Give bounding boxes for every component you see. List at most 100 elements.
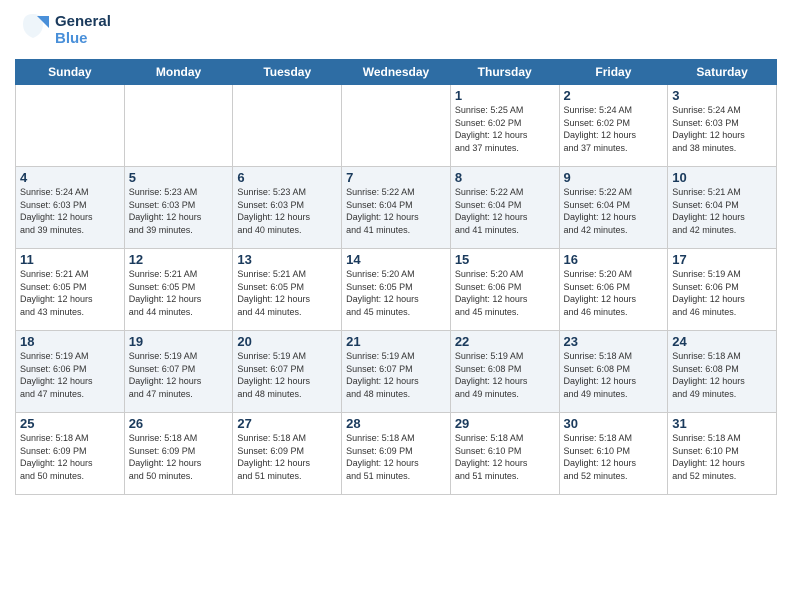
day-info-line: and 51 minutes.: [455, 470, 555, 483]
day-info-line: Sunset: 6:03 PM: [20, 199, 120, 212]
day-info-line: Sunrise: 5:18 AM: [237, 432, 337, 445]
day-number: 5: [129, 170, 229, 185]
day-info: Sunrise: 5:19 AMSunset: 6:06 PMDaylight:…: [672, 268, 772, 318]
day-number: 29: [455, 416, 555, 431]
day-number: 15: [455, 252, 555, 267]
day-info-line: Daylight: 12 hours: [346, 293, 446, 306]
day-info-line: Daylight: 12 hours: [237, 457, 337, 470]
day-info-line: and 39 minutes.: [129, 224, 229, 237]
day-info-line: and 47 minutes.: [20, 388, 120, 401]
day-info-line: Sunset: 6:10 PM: [672, 445, 772, 458]
table-row: 31Sunrise: 5:18 AMSunset: 6:10 PMDayligh…: [668, 413, 777, 495]
table-row: 29Sunrise: 5:18 AMSunset: 6:10 PMDayligh…: [450, 413, 559, 495]
day-info-line: Sunset: 6:03 PM: [672, 117, 772, 130]
day-number: 7: [346, 170, 446, 185]
calendar-table: Sunday Monday Tuesday Wednesday Thursday…: [15, 59, 777, 495]
day-number: 16: [564, 252, 664, 267]
day-number: 31: [672, 416, 772, 431]
table-row: 8Sunrise: 5:22 AMSunset: 6:04 PMDaylight…: [450, 167, 559, 249]
table-row: [342, 85, 451, 167]
day-info: Sunrise: 5:23 AMSunset: 6:03 PMDaylight:…: [237, 186, 337, 236]
day-info-line: Daylight: 12 hours: [564, 293, 664, 306]
day-info: Sunrise: 5:18 AMSunset: 6:09 PMDaylight:…: [346, 432, 446, 482]
table-row: [233, 85, 342, 167]
table-row: 15Sunrise: 5:20 AMSunset: 6:06 PMDayligh…: [450, 249, 559, 331]
col-wednesday: Wednesday: [342, 60, 451, 85]
day-info-line: Daylight: 12 hours: [455, 375, 555, 388]
day-info-line: Sunrise: 5:18 AM: [672, 350, 772, 363]
day-info-line: and 48 minutes.: [237, 388, 337, 401]
day-info-line: Sunrise: 5:19 AM: [129, 350, 229, 363]
day-info-line: and 49 minutes.: [564, 388, 664, 401]
day-info-line: Daylight: 12 hours: [237, 211, 337, 224]
table-row: 23Sunrise: 5:18 AMSunset: 6:08 PMDayligh…: [559, 331, 668, 413]
day-info: Sunrise: 5:24 AMSunset: 6:02 PMDaylight:…: [564, 104, 664, 154]
day-number: 25: [20, 416, 120, 431]
day-info-line: Sunrise: 5:20 AM: [346, 268, 446, 281]
day-info-line: and 42 minutes.: [564, 224, 664, 237]
day-info-line: Sunrise: 5:19 AM: [346, 350, 446, 363]
day-info-line: Sunset: 6:05 PM: [237, 281, 337, 294]
day-info-line: Sunset: 6:10 PM: [564, 445, 664, 458]
day-info-line: Sunset: 6:08 PM: [672, 363, 772, 376]
calendar-row: 25 Sunrise: 5:18 AMSunset: 6:09 PMDayligh…: [16, 413, 777, 495]
day-info-line: Daylight: 12 hours: [346, 457, 446, 470]
day-info-line: Daylight: 12 hours: [455, 129, 555, 142]
day-info: Sunrise: 5:18 AMSunset: 6:09 PMDaylight:…: [237, 432, 337, 482]
table-row: 10Sunrise: 5:21 AMSunset: 6:04 PMDayligh…: [668, 167, 777, 249]
day-info-line: Sunset: 6:04 PM: [564, 199, 664, 212]
day-info-line: Sunrise: 5:18 AM: [564, 350, 664, 363]
day-info-line: Daylight: 12 hours: [564, 129, 664, 142]
day-info-line: Daylight: 12 hours: [672, 457, 772, 470]
day-info: Sunrise: 5:18 AMSunset: 6:08 PMDaylight:…: [672, 350, 772, 400]
day-info: Sunrise: 5:20 AMSunset: 6:06 PMDaylight:…: [455, 268, 555, 318]
day-number: 24: [672, 334, 772, 349]
table-row: 28Sunrise: 5:18 AMSunset: 6:09 PMDayligh…: [342, 413, 451, 495]
table-row: 13Sunrise: 5:21 AMSunset: 6:05 PMDayligh…: [233, 249, 342, 331]
day-info-line: Sunrise: 5:18 AM: [346, 432, 446, 445]
table-row: 5Sunrise: 5:23 AMSunset: 6:03 PMDaylight…: [124, 167, 233, 249]
day-info-line: Daylight: 12 hours: [129, 211, 229, 224]
day-info-line: Daylight: 12 hours: [672, 129, 772, 142]
day-number: 3: [672, 88, 772, 103]
day-info-line: and 39 minutes.: [20, 224, 120, 237]
header-row: Sunday Monday Tuesday Wednesday Thursday…: [16, 60, 777, 85]
logo-blue: Blue: [55, 31, 111, 48]
day-number: 19: [129, 334, 229, 349]
day-info: Sunrise: 5:18 AMSunset: 6:10 PMDaylight:…: [564, 432, 664, 482]
day-number: 1: [455, 88, 555, 103]
day-info-line: Sunset: 6:05 PM: [20, 281, 120, 294]
table-row: 14Sunrise: 5:20 AMSunset: 6:05 PMDayligh…: [342, 249, 451, 331]
day-info-line: Sunset: 6:03 PM: [237, 199, 337, 212]
day-info-line: Daylight: 12 hours: [129, 293, 229, 306]
day-info: Sunrise: 5:23 AMSunset: 6:03 PMDaylight:…: [129, 186, 229, 236]
day-number: 27: [237, 416, 337, 431]
day-info-line: and 48 minutes.: [346, 388, 446, 401]
day-info-line: and 52 minutes.: [564, 470, 664, 483]
day-info-line: Sunrise: 5:22 AM: [346, 186, 446, 199]
table-row: 6Sunrise: 5:23 AMSunset: 6:03 PMDaylight…: [233, 167, 342, 249]
day-info-line: Daylight: 12 hours: [20, 293, 120, 306]
day-number: 30: [564, 416, 664, 431]
day-number: 22: [455, 334, 555, 349]
day-info-line: Sunrise: 5:23 AM: [129, 186, 229, 199]
table-row: [16, 85, 125, 167]
day-info-line: and 41 minutes.: [346, 224, 446, 237]
day-info-line: Daylight: 12 hours: [20, 457, 120, 470]
day-info: Sunrise: 5:25 AMSunset: 6:02 PMDaylight:…: [455, 104, 555, 154]
table-row: 18Sunrise: 5:19 AMSunset: 6:06 PMDayligh…: [16, 331, 125, 413]
day-number: 6: [237, 170, 337, 185]
day-info-line: Sunset: 6:05 PM: [129, 281, 229, 294]
day-info-line: and 41 minutes.: [455, 224, 555, 237]
day-number: 23: [564, 334, 664, 349]
day-info-line: Daylight: 12 hours: [672, 293, 772, 306]
day-info: Sunrise: 5:19 AMSunset: 6:07 PMDaylight:…: [237, 350, 337, 400]
logo-svg: [15, 10, 51, 46]
day-info: Sunrise: 5:18 AMSunset: 6:10 PMDaylight:…: [455, 432, 555, 482]
day-info: Sunrise: 5:21 AMSunset: 6:04 PMDaylight:…: [672, 186, 772, 236]
day-info: Sunrise: 5:24 AMSunset: 6:03 PMDaylight:…: [672, 104, 772, 154]
day-info-line: Sunset: 6:08 PM: [455, 363, 555, 376]
day-info-line: and 37 minutes.: [564, 142, 664, 155]
day-info-line: Sunrise: 5:23 AM: [237, 186, 337, 199]
day-info: Sunrise: 5:21 AMSunset: 6:05 PMDaylight:…: [20, 268, 120, 318]
